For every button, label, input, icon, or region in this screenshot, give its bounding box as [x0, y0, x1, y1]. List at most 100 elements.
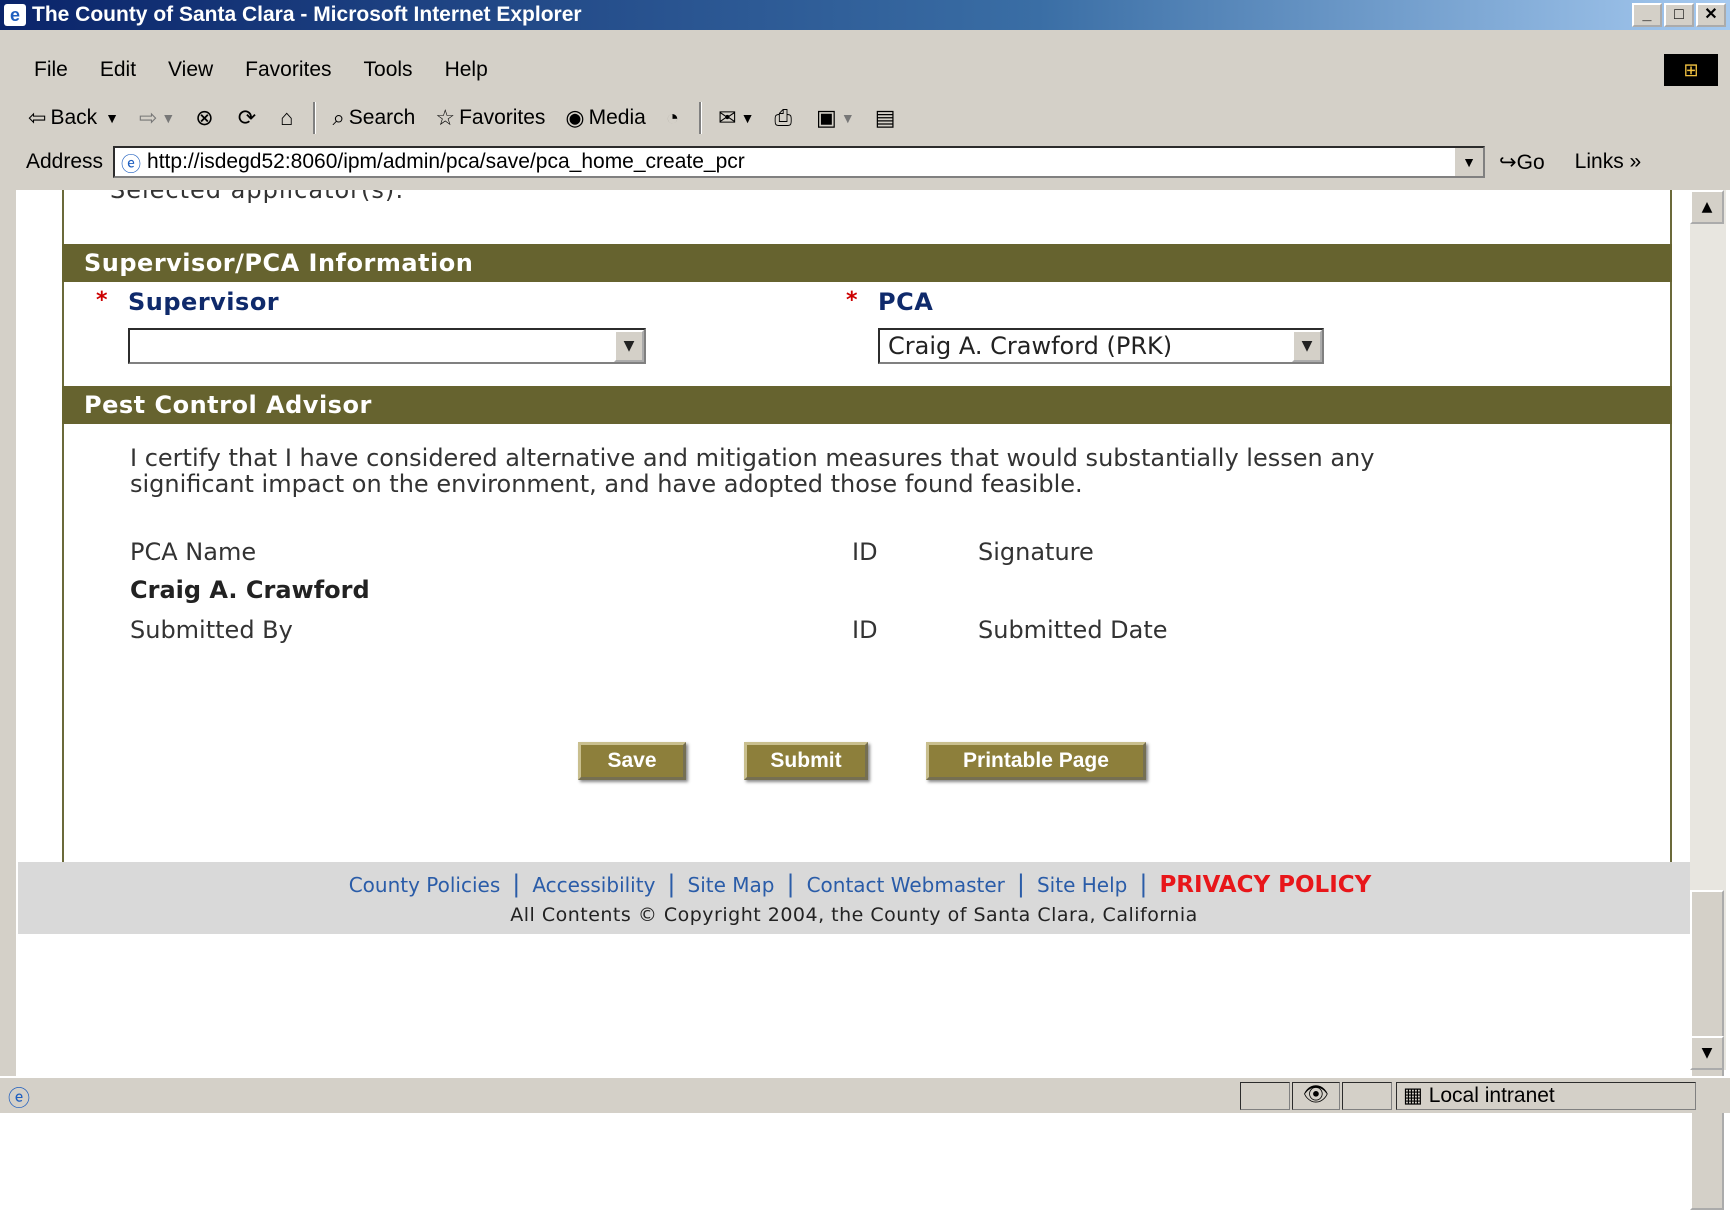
- ie-icon: e: [4, 4, 26, 26]
- menu-favorites[interactable]: Favorites: [229, 58, 347, 82]
- page-viewport: Selected applicator(s): Supervisor/PCA I…: [18, 190, 1690, 1070]
- media-label: Media: [588, 106, 646, 129]
- media-button[interactable]: ◉ Media: [565, 105, 645, 131]
- menu-file[interactable]: File: [18, 58, 84, 82]
- media-icon: ◉: [565, 105, 585, 130]
- edit-dropdown-icon[interactable]: ▼: [841, 110, 855, 126]
- links-label: Links: [1574, 150, 1624, 173]
- stop-icon: ⊗: [195, 105, 214, 130]
- address-url[interactable]: http://isdegd52:8060/ipm/admin/pca/save/…: [147, 150, 745, 174]
- back-label: Back: [50, 106, 98, 129]
- maximize-button[interactable]: □: [1664, 3, 1694, 27]
- supervisor-required-marker: *: [96, 288, 108, 313]
- page-icon: ⓔ: [121, 153, 142, 176]
- mail-button[interactable]: ✉ ▼: [718, 105, 754, 131]
- chevron-right-icon: »: [1629, 150, 1642, 173]
- forward-dropdown-icon[interactable]: ▼: [161, 110, 175, 126]
- save-button[interactable]: Save: [578, 742, 686, 780]
- edit-icon: ▣: [816, 105, 837, 130]
- footer-link-county-policies[interactable]: County Policies: [337, 873, 513, 897]
- mail-icon: ✉: [718, 105, 737, 130]
- mail-dropdown-icon[interactable]: ▼: [741, 110, 755, 126]
- scroll-down-icon[interactable]: ▼: [1690, 1036, 1724, 1070]
- pca-name-value: Craig A. Crawford: [130, 576, 370, 604]
- toolbar-separator: [313, 102, 317, 134]
- window-titlebar: e The County of Santa Clara - Microsoft …: [0, 0, 1730, 30]
- footer-divider: |: [667, 870, 676, 898]
- certify-text-line-1: I certify that I have considered alterna…: [130, 444, 1375, 472]
- back-button[interactable]: ⇦ Back ▼: [28, 105, 119, 131]
- menu-edit[interactable]: Edit: [84, 58, 152, 82]
- search-label: Search: [348, 106, 416, 129]
- footer-link-site-map[interactable]: Site Map: [676, 873, 787, 897]
- search-icon: ⌕: [332, 105, 345, 130]
- discuss-button[interactable]: ▤: [875, 105, 900, 131]
- window-controls: _ □ ✕: [1632, 3, 1726, 27]
- pca-name-label: PCA Name: [130, 538, 257, 566]
- pca-select[interactable]: Craig A. Crawford (PRK) ▼: [878, 328, 1324, 364]
- privacy-report-icon[interactable]: 👁: [1292, 1082, 1340, 1110]
- home-icon: ⌂: [280, 105, 294, 130]
- menu-view[interactable]: View: [152, 58, 229, 82]
- signature-label: Signature: [978, 538, 1094, 566]
- supervisor-label: Supervisor: [128, 288, 280, 316]
- submitted-by-label: Submitted By: [130, 616, 293, 644]
- stop-button[interactable]: ⊗: [195, 105, 217, 131]
- footer-link-accessibility[interactable]: Accessibility: [520, 873, 667, 897]
- history-icon: ◔: [665, 105, 680, 130]
- address-input[interactable]: ⓔ http://isdegd52:8060/ipm/admin/pca/sav…: [113, 146, 1486, 178]
- go-arrow-icon: ↪: [1499, 150, 1517, 174]
- footer-link-privacy-policy[interactable]: PRIVACY POLICY: [1147, 872, 1371, 898]
- window-title: The County of Santa Clara - Microsoft In…: [32, 3, 582, 26]
- windows-logo-icon: ⊞: [1664, 54, 1718, 86]
- footer-divider: |: [1016, 870, 1025, 898]
- page-status-icon: ⓔ: [8, 1086, 31, 1111]
- home-button[interactable]: ⌂: [280, 105, 297, 131]
- address-dropdown-icon[interactable]: ▼: [1453, 148, 1484, 176]
- submitted-id-label: ID: [852, 616, 878, 644]
- history-button[interactable]: ◔: [666, 105, 683, 131]
- forward-button[interactable]: ⇨ ▼: [139, 105, 175, 131]
- close-button[interactable]: ✕: [1696, 3, 1726, 27]
- favorites-label: Favorites: [459, 106, 546, 129]
- print-icon: ⎙: [774, 105, 793, 130]
- address-bar: Address ⓔ http://isdegd52:8060/ipm/admin…: [18, 142, 1730, 182]
- footer-link-contact-webmaster[interactable]: Contact Webmaster: [795, 873, 1017, 897]
- pca-section-header: Pest Control Advisor: [62, 386, 1672, 424]
- search-button[interactable]: ⌕ Search: [332, 105, 415, 131]
- supervisor-dropdown-icon[interactable]: ▼: [614, 330, 644, 362]
- pca-dropdown-icon[interactable]: ▼: [1292, 330, 1322, 362]
- printable-page-button[interactable]: Printable Page: [926, 742, 1146, 780]
- footer-divider: |: [786, 870, 795, 898]
- submit-button[interactable]: Submit: [744, 742, 868, 780]
- status-cell: [1342, 1082, 1392, 1110]
- toolbar: ⇦ Back ▼ ⇨ ▼ ⊗ ⟳ ⌂ ⌕ Search ☆ Favorites …: [18, 96, 1730, 140]
- discuss-icon: ▤: [874, 105, 896, 130]
- security-zone-label: Local intranet: [1428, 1084, 1555, 1107]
- scroll-up-icon[interactable]: ▲: [1690, 190, 1724, 224]
- favorites-button[interactable]: ☆ Favorites: [435, 105, 545, 131]
- menu-tools[interactable]: Tools: [348, 58, 429, 82]
- back-arrow-icon: ⇦: [28, 105, 47, 130]
- footer-link-site-help[interactable]: Site Help: [1025, 873, 1139, 897]
- refresh-icon: ⟳: [237, 105, 257, 130]
- print-button[interactable]: ⎙: [774, 105, 796, 131]
- address-label: Address: [26, 150, 104, 173]
- vertical-scrollbar[interactable]: ▲ ▼: [1690, 190, 1726, 1210]
- copyright-text: All Contents © Copyright 2004, the Count…: [510, 904, 1198, 926]
- submitted-date-label: Submitted Date: [978, 616, 1168, 644]
- refresh-button[interactable]: ⟳: [238, 105, 260, 131]
- status-bar: ⓔ 👁 ▦ Local intranet: [0, 1076, 1730, 1113]
- supervisor-section-header: Supervisor/PCA Information: [62, 244, 1672, 282]
- supervisor-select[interactable]: ▼: [128, 328, 646, 364]
- menu-help[interactable]: Help: [429, 58, 504, 82]
- links-button[interactable]: Links »: [1575, 150, 1642, 174]
- pca-select-value: Craig A. Crawford (PRK): [888, 332, 1173, 360]
- go-button[interactable]: ↪Go: [1499, 150, 1545, 175]
- back-dropdown-icon[interactable]: ▼: [105, 110, 119, 126]
- window-frame-left: [0, 30, 16, 1076]
- certify-text-line-2: significant impact on the environment, a…: [130, 470, 1083, 498]
- favorites-star-icon: ☆: [435, 105, 456, 130]
- edit-button[interactable]: ▣ ▼: [816, 105, 855, 131]
- minimize-button[interactable]: _: [1632, 3, 1662, 27]
